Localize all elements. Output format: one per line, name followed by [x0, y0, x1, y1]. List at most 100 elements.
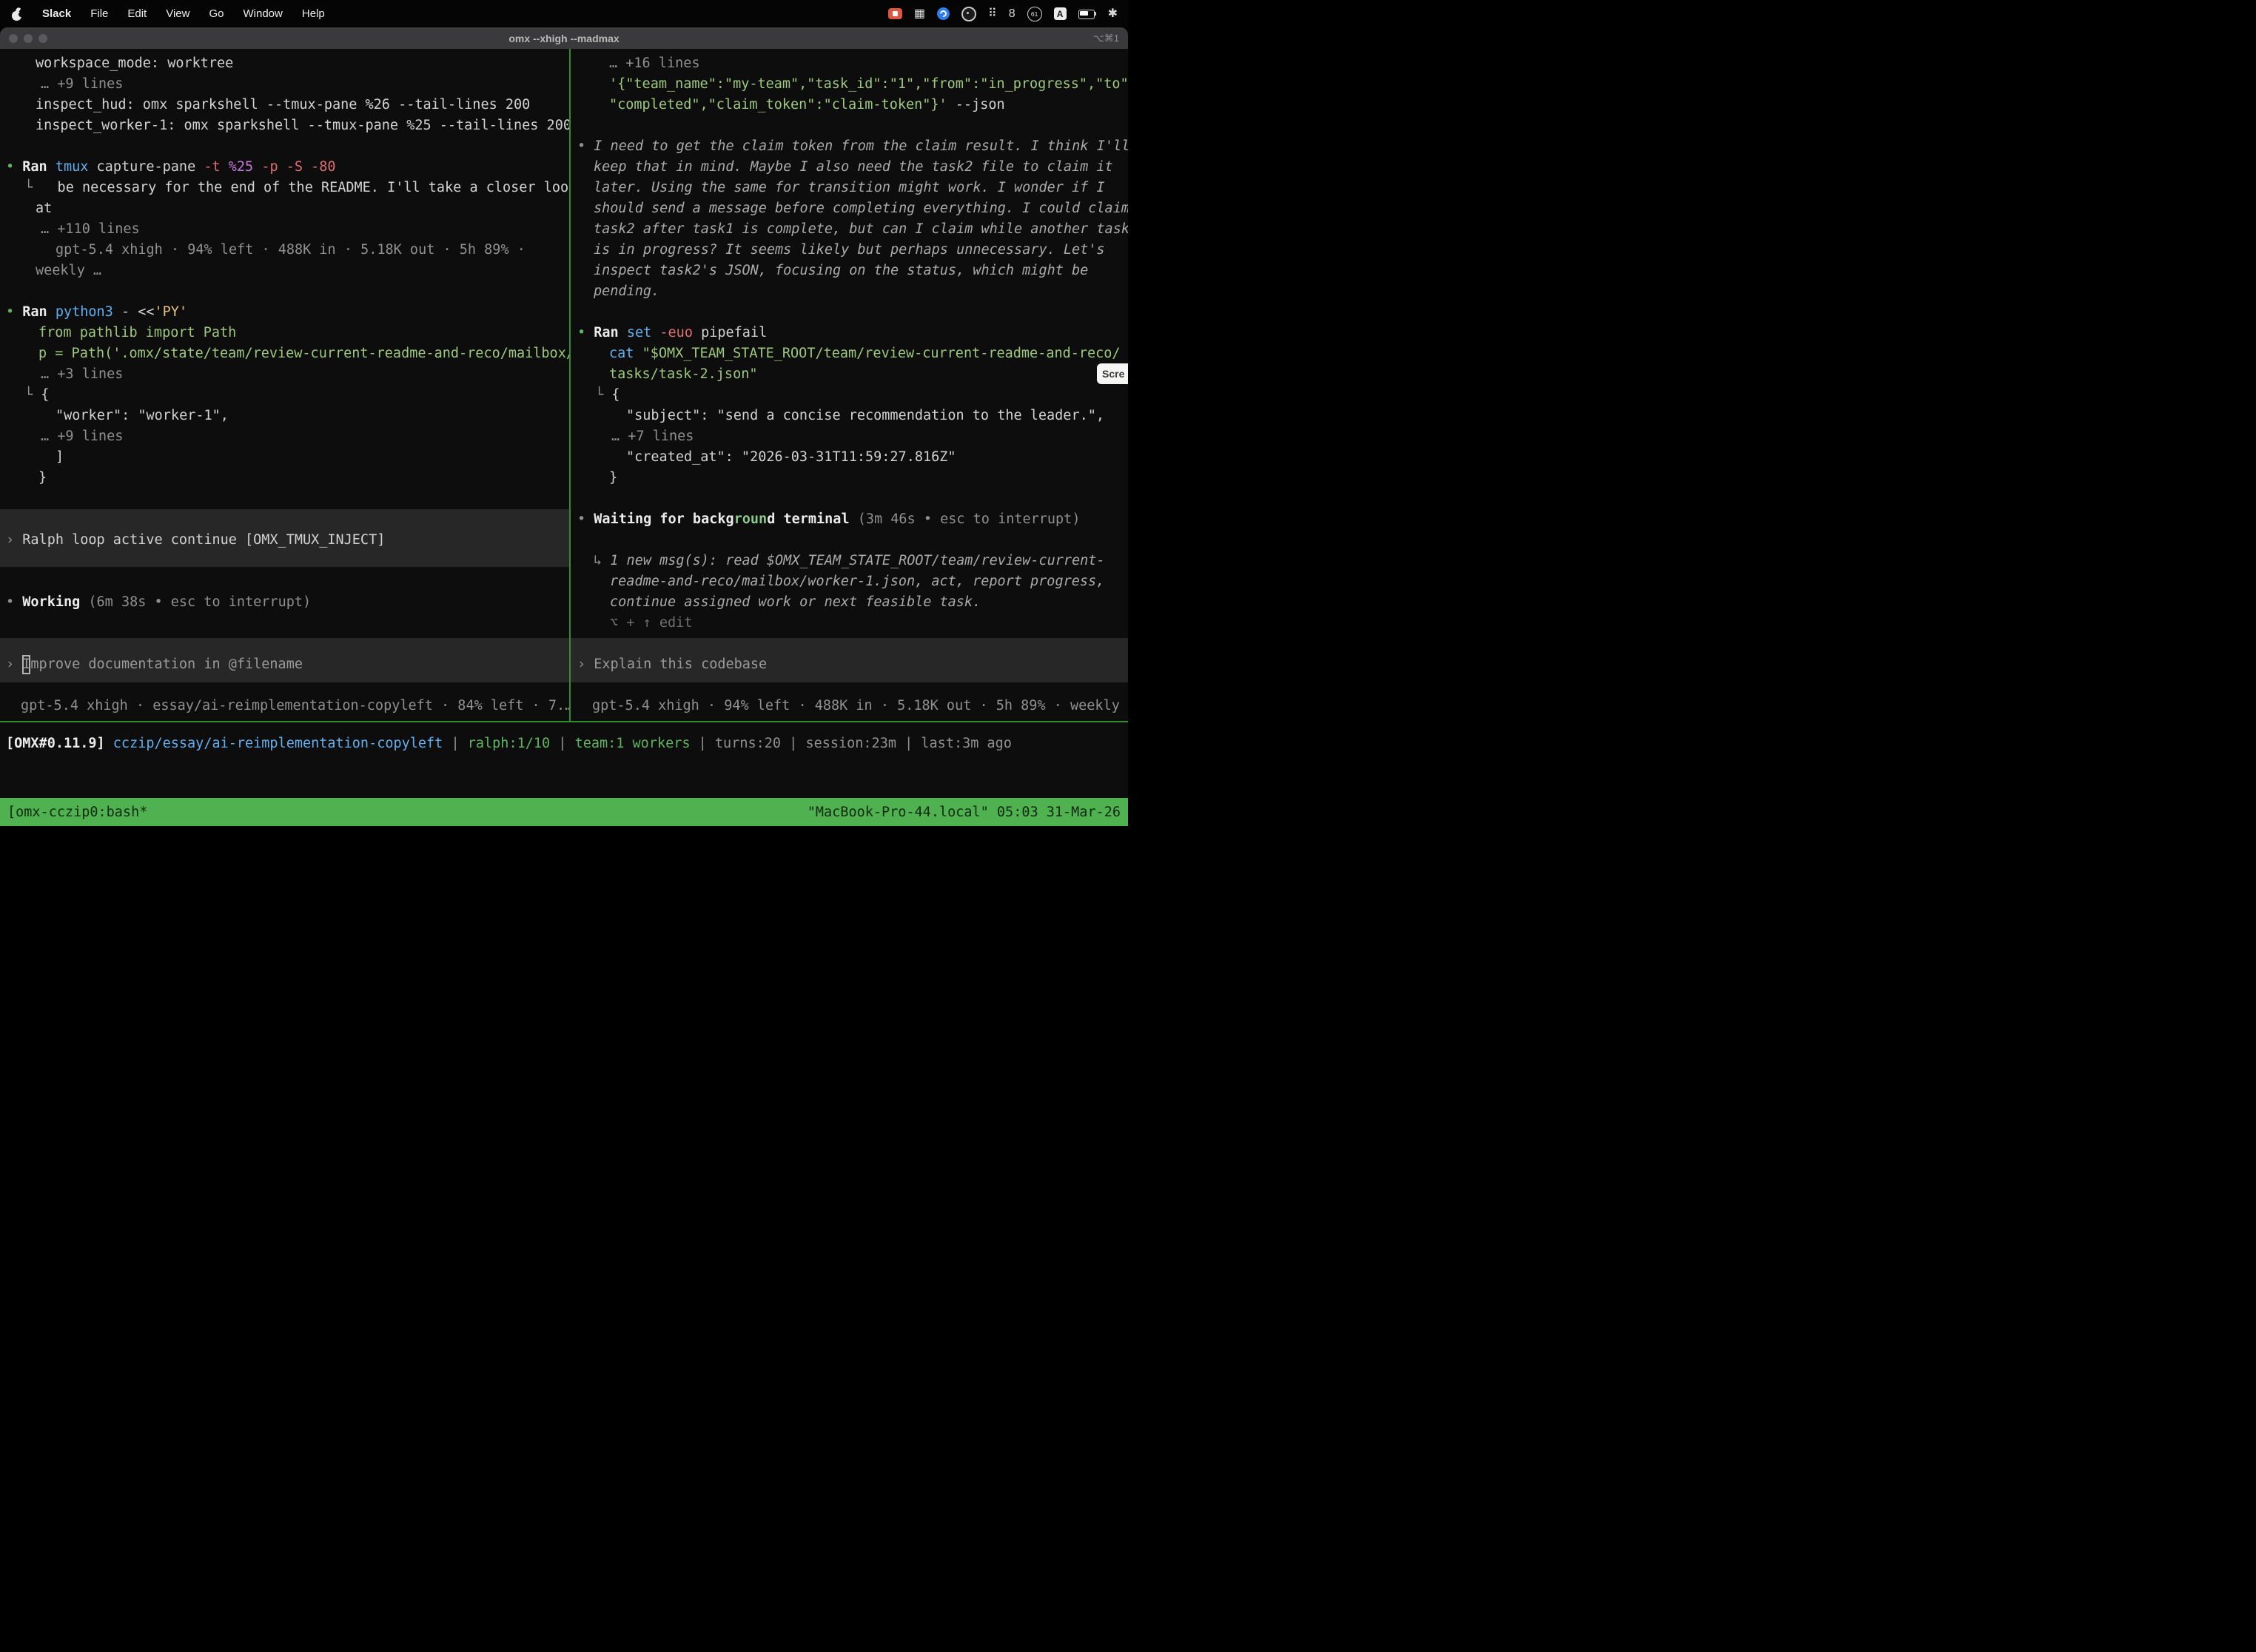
terminal-line: ] — [56, 447, 64, 468]
menu-edit[interactable]: Edit — [127, 7, 147, 20]
terminal-line: "created_at": "2026-03-31T11:59:27.816Z" — [626, 447, 956, 468]
terminal-text-segment: Ralph loop active continue [OMX_TMUX_INJ… — [22, 532, 385, 548]
terminal-content: workspace_mode: worktree … +9 lines inspec… — [0, 49, 1128, 826]
battery-icon[interactable] — [1078, 10, 1096, 19]
terminal-text-segment: workspace_mode: worktree — [36, 56, 233, 71]
right-pane[interactable]: … +16 lines'{"team_name":"my-team","task… — [571, 49, 1128, 721]
screen-overlay-tooltip[interactable]: Scre — [1097, 363, 1128, 384]
terminal-line: pending. — [594, 281, 659, 302]
terminal-line: continue assigned work or next feasible … — [610, 592, 981, 613]
fan-icon[interactable]: ✱ — [1108, 8, 1118, 20]
terminal-line: later. Using the same for transition mig… — [594, 178, 1105, 198]
terminal-text-segment: - << — [121, 304, 155, 320]
terminal-text-segment: | — [781, 736, 805, 751]
dots-grid-icon[interactable]: ⠿ — [988, 8, 997, 20]
input-source-icon[interactable]: A — [1054, 7, 1067, 20]
terminal-line: … +9 lines — [41, 426, 123, 447]
terminal-text-segment: • — [6, 159, 22, 175]
terminal-line: • Waiting for background terminal (3m 46… — [577, 509, 1080, 530]
terminal-text-segment: • — [577, 511, 594, 527]
terminal-text-segment: mprove documentation in @filename — [30, 657, 303, 672]
terminal-text-segment: [OMX#0.11.9] — [6, 736, 113, 751]
screen-recording-stop-icon[interactable] — [888, 8, 902, 19]
terminal-text-segment: pipefail — [701, 325, 767, 340]
window-title: omx --xhigh --madmax — [0, 33, 1128, 44]
menu-bar: Slack File Edit View Go Window Help ▦ ⠿ … — [0, 0, 1128, 27]
terminal-line: keep that in mind. Maybe I also need the… — [594, 157, 1113, 178]
terminal-line: › Ralph loop active continue [OMX_TMUX_I… — [6, 530, 385, 551]
terminal-text-segment: | — [550, 736, 574, 751]
terminal-text-segment: › — [6, 532, 22, 548]
terminal-line: '{"team_name":"my-team","task_id":"1","f… — [609, 74, 1128, 95]
terminal-text-segment: at — [36, 201, 52, 216]
apple-menu-icon[interactable] — [12, 7, 23, 21]
terminal-line: at — [36, 198, 52, 219]
terminal-text-segment: from pathlib import Path — [38, 325, 236, 340]
terminal-line: … +3 lines — [41, 364, 123, 385]
menu-app-name[interactable]: Slack — [42, 7, 71, 20]
terminal-line: ⌥ + ↑ edit — [610, 613, 692, 634]
terminal-text-segment: should send a message before completing … — [594, 201, 1128, 216]
terminal-text-segment: %25 — [229, 159, 262, 175]
terminal-text-segment: Working — [22, 594, 88, 610]
terminal-line: should send a message before completing … — [594, 198, 1128, 219]
terminal-text-segment: inspect_worker-1: omx sparkshell --tmux-… — [36, 118, 569, 133]
menu-view[interactable]: View — [166, 7, 189, 20]
tmux-status-bar: [omx-cczip0:bash* "MacBook-Pro-44.local"… — [0, 798, 1128, 826]
terminal-line: from pathlib import Path — [38, 323, 236, 343]
terminal-text-segment: ] — [56, 449, 64, 465]
window-titlebar[interactable]: omx --xhigh --madmax ⌥⌘1 — [0, 27, 1128, 49]
terminal-text-segment: └ — [24, 180, 33, 195]
terminal-line: gpt-5.4 xhigh · 94% left · 488K in · 5.1… — [592, 696, 1128, 716]
terminal-text-segment: "subject": "send a concise recommendatio… — [626, 408, 1104, 423]
close-button[interactable] — [9, 34, 18, 43]
terminal-text-segment: inspect task2's JSON, focusing on the st… — [594, 263, 1088, 278]
menu-help[interactable]: Help — [302, 7, 325, 20]
meter-61-icon[interactable]: 61 — [1027, 7, 1042, 21]
blue-app-icon[interactable] — [937, 7, 950, 20]
terminal-text-segment: capture-pane — [97, 159, 204, 175]
terminal-text-segment: set — [627, 325, 660, 340]
terminal-text-segment: "created_at": "2026-03-31T11:59:27.816Z" — [626, 449, 956, 465]
battery-tip — [1094, 12, 1096, 16]
menu-go[interactable]: Go — [209, 7, 224, 20]
terminal-line: tasks/task-2.json" — [609, 364, 757, 385]
terminal-text-segment: python3 — [56, 304, 121, 320]
terminal-text-segment: Explain this codebase — [594, 657, 767, 672]
terminal-text-segment: roun — [734, 511, 768, 527]
terminal-text-segment: Waiting for backg — [594, 511, 733, 527]
terminal-line: › Explain this codebase — [577, 654, 767, 675]
tmux-session-name: [omx-cczip0:bash* — [7, 805, 147, 820]
terminal-text-segment: ⌥ + ↑ edit — [610, 615, 692, 631]
terminal-line: "worker": "worker-1", — [56, 406, 229, 426]
terminal-text-segment: cat — [609, 346, 642, 361]
terminal-text-segment: … +7 lines — [611, 429, 694, 444]
right-pane-content: … +16 lines'{"team_name":"my-team","task… — [571, 49, 1128, 721]
app-8-icon[interactable]: 8 — [1009, 8, 1015, 20]
left-pane[interactable]: workspace_mode: worktree … +9 lines inspec… — [0, 49, 569, 721]
terminal-text-segment: { — [41, 387, 49, 403]
terminal-text-segment: | — [691, 736, 715, 751]
terminal-text-segment: keep that in mind. Maybe I also need the… — [594, 159, 1113, 175]
terminal-text-segment: ralph:1/10 — [468, 736, 550, 751]
terminal-text-segment: task2 after task1 is complete, but can I… — [594, 221, 1128, 237]
zoom-button[interactable] — [38, 34, 47, 43]
terminal-text-segment: ↳ — [594, 553, 610, 568]
terminal-line: • Ran set -euo pipefail — [577, 323, 767, 343]
terminal-text-segment: } — [609, 470, 617, 486]
left-pane-content: workspace_mode: worktree … +9 lines inspec… — [0, 49, 569, 721]
terminal-text-segment: { — [611, 387, 620, 403]
terminal-text-segment: "completed","claim_token":"claim-token"}… — [609, 97, 956, 113]
terminal-text-segment: -euo — [659, 325, 701, 340]
terminal-text-segment: later. Using the same for transition mig… — [594, 180, 1105, 195]
menu-window[interactable]: Window — [244, 7, 283, 20]
window-grid-icon[interactable]: ▦ — [914, 8, 925, 20]
minimize-button[interactable] — [24, 34, 33, 43]
terminal-line: • Working (6m 38s • esc to interrupt) — [6, 592, 311, 613]
terminal-text-segment: … +110 lines — [41, 221, 140, 237]
circle-app-icon[interactable] — [961, 7, 976, 21]
menu-file[interactable]: File — [90, 7, 108, 20]
terminal-text-segment: tasks/task-2.json" — [609, 366, 757, 382]
terminal-text-segment: (6m 38s • esc to interrupt) — [88, 594, 311, 610]
terminal-line: [OMX#0.11.9] cczip/essay/ai-reimplementa… — [6, 733, 1012, 754]
